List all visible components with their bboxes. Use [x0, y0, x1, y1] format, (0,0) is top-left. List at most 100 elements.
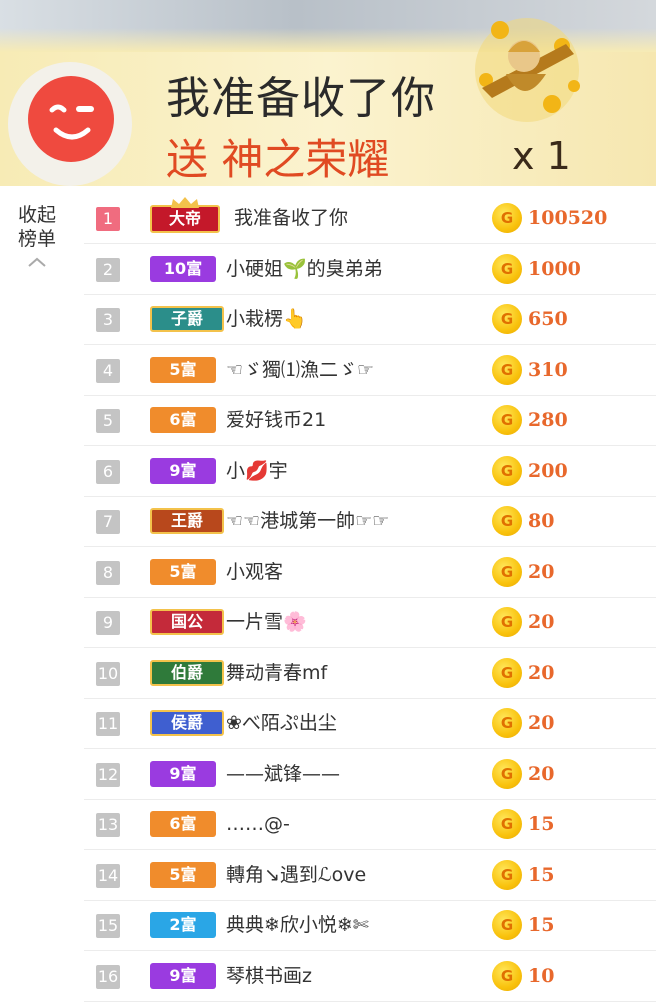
rank-number: 1	[96, 207, 120, 231]
level-badge: 王爵	[150, 508, 224, 534]
level-badge: 9富	[150, 457, 216, 484]
level-badge-label: 9富	[169, 763, 197, 783]
golden-hero-gift-icon	[462, 0, 592, 128]
rank-number: 4	[96, 358, 120, 383]
user-nickname[interactable]: ……@-	[226, 811, 290, 837]
level-badge: 5富	[150, 558, 216, 585]
level-badge: 6富	[150, 811, 216, 837]
gold-coin-icon: G	[492, 354, 522, 385]
ranking-row[interactable]: 13 6富 ……@- G 15	[84, 799, 656, 850]
rank-number: 12	[96, 762, 120, 787]
gold-coin-icon: G	[492, 506, 522, 536]
user-nickname[interactable]: ☜ゞ獨⑴漁二ゞ☞	[226, 357, 374, 383]
ranking-row[interactable]: 6 9富 小💋宇 G 200	[84, 446, 656, 497]
user-nickname[interactable]: 一片雪🌸	[226, 609, 307, 635]
user-nickname[interactable]: 典典❄欣小悦❄✄	[226, 912, 369, 938]
user-nickname[interactable]: ☜☜港城第一帥☞☞	[226, 508, 389, 534]
level-badge-label: 5富	[169, 561, 197, 581]
gift-name: 送 神之荣耀	[166, 135, 390, 184]
user-nickname[interactable]: 舞动青春mf	[226, 660, 327, 686]
user-nickname[interactable]: 琴棋书画z	[226, 963, 312, 989]
collapse-label-line2: 榜单	[17, 228, 56, 250]
gift-count: x 1	[512, 134, 571, 178]
ranking-row[interactable]: 7 王爵 ☜☜港城第一帥☞☞ G 80	[84, 496, 656, 547]
level-badge-label: 9富	[169, 460, 197, 480]
user-nickname[interactable]: ❀べ陌ぷ出尘	[226, 710, 337, 736]
contribution-amount: 15	[528, 813, 555, 835]
gold-coin-icon: G	[492, 607, 522, 637]
rank-number: 15	[96, 914, 120, 938]
ranking-row[interactable]: 12 9富 ——斌锋—— G 20	[84, 749, 656, 800]
ranking-row[interactable]: 8 5富 小观客 G 20	[84, 547, 656, 598]
level-badge-label: 子爵	[170, 309, 203, 328]
contribution-amount: 80	[528, 510, 555, 532]
level-badge-label: 大帝	[168, 209, 201, 228]
rank-number: 16	[96, 964, 120, 989]
user-nickname[interactable]: 小栽楞👆	[226, 306, 307, 332]
user-nickname[interactable]: 轉角↘遇到ℒove	[226, 862, 366, 888]
ranking-row[interactable]: 15 2富 典典❄欣小悦❄✄ G 15	[84, 900, 656, 951]
collapse-list-button[interactable]: 收起 榜单	[12, 203, 62, 269]
contribution-amount: 1000	[528, 257, 581, 280]
contribution-amount: 15	[528, 863, 555, 886]
level-badge: 伯爵	[150, 659, 224, 686]
level-badge-label: 侯爵	[170, 713, 203, 732]
rank-number: 2	[96, 257, 120, 282]
gold-coin-icon: G	[492, 809, 522, 839]
gold-coin-icon: G	[492, 203, 522, 233]
rank-number: 10	[96, 661, 120, 686]
gold-coin-icon: G	[492, 960, 522, 991]
user-nickname[interactable]: 小观客	[226, 559, 283, 585]
gift-banner: 我准备收了你 送 神之荣耀 x 1	[0, 0, 656, 186]
contribution-amount: 10	[528, 964, 555, 987]
ranking-row[interactable]: 10 伯爵 舞动青春mf G 20	[84, 648, 656, 699]
ranking-row[interactable]: 2 10富 小硬姐🌱的臭弟弟 G 1000	[84, 244, 656, 295]
contribution-amount: 20	[528, 661, 555, 684]
rank-number: 13	[96, 813, 120, 837]
level-badge-label: 2富	[169, 915, 197, 934]
gold-coin-icon: G	[492, 455, 522, 486]
chevron-up-icon	[28, 257, 46, 267]
rank-number: 9	[96, 611, 120, 635]
level-badge-label: 伯爵	[170, 662, 203, 682]
contribution-amount: 20	[528, 712, 555, 734]
collapse-label-line1: 收起	[17, 204, 56, 226]
level-badge: 9富	[150, 760, 216, 787]
contribution-amount: 650	[528, 308, 568, 330]
ranking-row[interactable]: 14 5富 轉角↘遇到ℒove G 15	[84, 850, 656, 901]
level-badge: 国公	[150, 609, 224, 635]
gold-coin-icon: G	[492, 405, 522, 435]
rank-number: 5	[96, 409, 120, 433]
rank-number: 8	[96, 560, 120, 585]
winking-face-icon	[28, 76, 114, 162]
gold-coin-icon: G	[492, 556, 522, 587]
gold-coin-icon: G	[492, 708, 522, 738]
contribution-amount: 20	[528, 560, 555, 583]
level-badge-label: 6富	[169, 410, 197, 429]
user-nickname[interactable]: 小硬姐🌱的臭弟弟	[226, 256, 383, 282]
ranking-row[interactable]: 9 国公 一片雪🌸 G 20	[84, 597, 656, 648]
rank-number: 11	[96, 712, 120, 736]
level-badge: 侯爵	[150, 710, 224, 736]
user-nickname[interactable]: 我准备收了你	[234, 205, 348, 231]
user-nickname[interactable]: ——斌锋——	[226, 761, 340, 787]
ranking-row[interactable]: 16 9富 琴棋书画z G 10	[84, 951, 656, 1002]
level-badge-label: 6富	[169, 814, 197, 833]
contribution-amount: 200	[528, 459, 568, 482]
gold-coin-icon: G	[492, 304, 522, 334]
gold-coin-icon: G	[492, 758, 522, 789]
user-nickname[interactable]: 小💋宇	[226, 458, 288, 484]
rank-number: 6	[96, 459, 120, 484]
ranking-row[interactable]: 4 5富 ☜ゞ獨⑴漁二ゞ☞ G 310	[84, 345, 656, 396]
ranking-row[interactable]: 5 6富 爱好钱币21 G 280	[84, 395, 656, 446]
contribution-amount: 100520	[528, 207, 608, 229]
user-nickname[interactable]: 爱好钱币21	[226, 407, 326, 433]
ranking-row[interactable]: 3 子爵 小栽楞👆 G 650	[84, 294, 656, 345]
level-badge: 2富	[150, 912, 216, 938]
ranking-row[interactable]: 11 侯爵 ❀べ陌ぷ出尘 G 20	[84, 698, 656, 749]
gold-coin-icon: G	[492, 859, 522, 890]
sender-avatar[interactable]	[8, 62, 132, 186]
ranking-row[interactable]: 1 大帝 我准备收了你 G 100520	[84, 193, 656, 244]
rank-number: 7	[96, 510, 120, 534]
level-badge-label: 5富	[169, 359, 197, 379]
